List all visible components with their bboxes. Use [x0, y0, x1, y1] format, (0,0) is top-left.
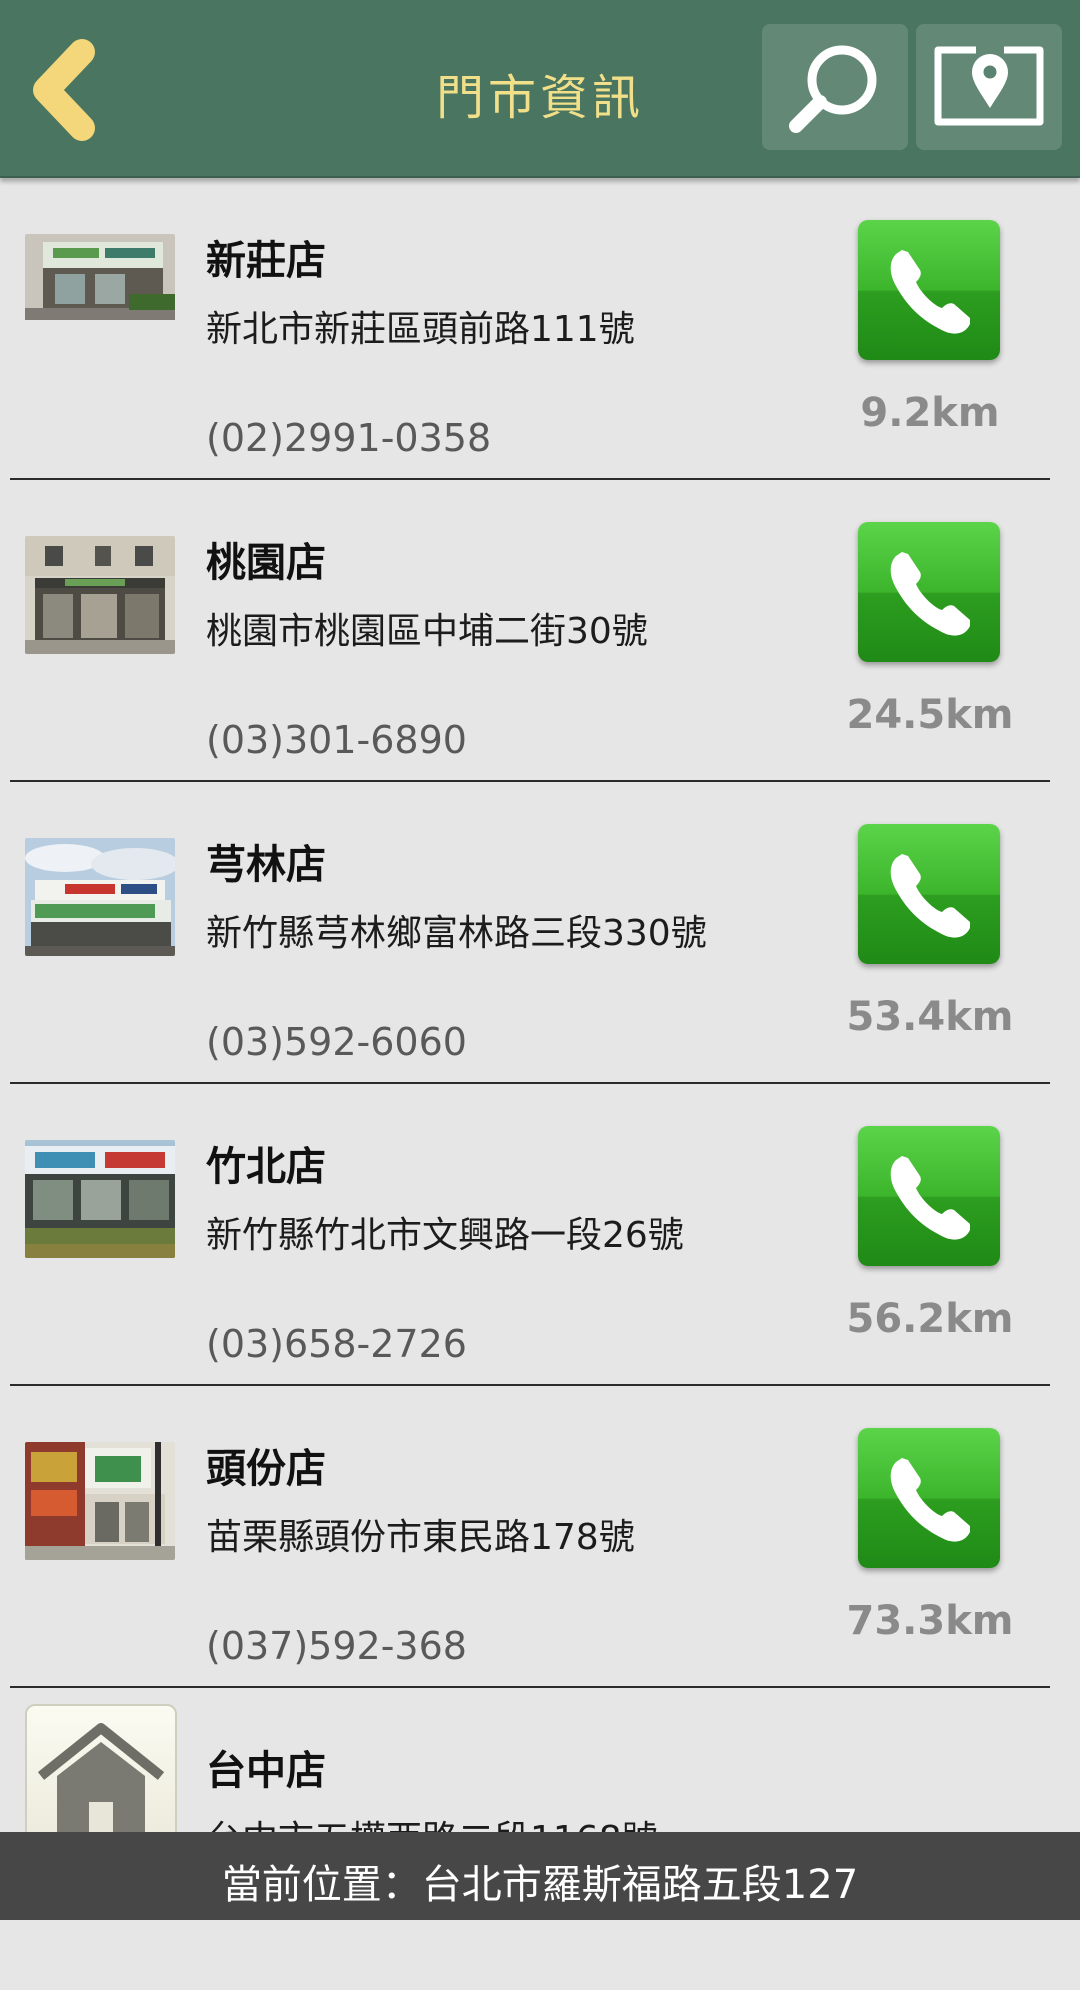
store-list: 新莊店 新北市新莊區頭前路111號 (02)2991-0358 9.2km 桃園…: [0, 178, 1080, 1990]
call-button[interactable]: [858, 1428, 1000, 1568]
call-button[interactable]: [858, 522, 1000, 662]
store-list-item[interactable]: 竹北店 新竹縣竹北市文興路一段26號 (03)658-2726 56.2km: [0, 1084, 1080, 1386]
search-icon: [789, 45, 877, 133]
store-distance: 9.2km: [860, 390, 1000, 436]
map-button[interactable]: [916, 24, 1062, 150]
phone-icon: [890, 250, 970, 334]
store-photo: [25, 234, 175, 352]
phone-icon: [890, 1458, 970, 1542]
store-photo: [25, 1442, 175, 1560]
store-phone[interactable]: (03)301-6890: [206, 718, 467, 762]
store-distance: 24.5km: [846, 692, 1014, 738]
call-button[interactable]: [858, 824, 1000, 964]
app-header: 門市資訊: [0, 0, 1080, 178]
store-list-item[interactable]: 桃園店 桃園市桃園區中埔二街30號 (03)301-6890 24.5km: [0, 480, 1080, 782]
store-distance: 56.2km: [846, 1296, 1014, 1342]
call-button[interactable]: [858, 220, 1000, 360]
store-phone[interactable]: (03)592-6060: [206, 1020, 467, 1064]
store-name: 台中店: [206, 1748, 326, 1794]
store-phone[interactable]: (037)592-368: [206, 1624, 467, 1668]
phone-icon: [890, 552, 970, 636]
store-phone[interactable]: (02)2991-0358: [206, 416, 491, 460]
home-icon: [37, 1723, 165, 1846]
store-address: 苗栗縣頭份市東民路178號: [206, 1517, 635, 1558]
current-location-bar: 當前位置：台北市羅斯福路五段127: [0, 1832, 1080, 1920]
map-pin-icon: [934, 46, 1044, 126]
store-distance: 73.3km: [846, 1598, 1014, 1644]
store-name: 頭份店: [206, 1446, 326, 1492]
call-button[interactable]: [858, 1126, 1000, 1266]
phone-icon: [890, 854, 970, 938]
store-photo: [25, 1140, 175, 1258]
store-phone[interactable]: (03)658-2726: [206, 1322, 467, 1366]
store-name: 芎林店: [206, 842, 326, 888]
phone-icon: [890, 1156, 970, 1240]
store-photo: [25, 536, 175, 654]
store-address: 桃園市桃園區中埔二街30號: [206, 611, 648, 652]
store-list-item[interactable]: 新莊店 新北市新莊區頭前路111號 (02)2991-0358 9.2km: [0, 178, 1080, 480]
store-name: 新莊店: [206, 238, 326, 284]
store-address: 新竹縣芎林鄉富林路三段330號: [206, 913, 707, 954]
store-name: 竹北店: [206, 1144, 326, 1190]
store-address: 新北市新莊區頭前路111號: [206, 309, 635, 350]
store-distance: 53.4km: [846, 994, 1014, 1040]
current-location-text: 當前位置：台北市羅斯福路五段127: [221, 1862, 859, 1908]
search-button[interactable]: [762, 24, 908, 150]
store-address: 新竹縣竹北市文興路一段26號: [206, 1215, 684, 1256]
store-list-item[interactable]: 芎林店 新竹縣芎林鄉富林路三段330號 (03)592-6060 53.4km: [0, 782, 1080, 1084]
store-photo-placeholder: [25, 1704, 177, 1848]
store-photo: [25, 838, 175, 956]
store-list-item[interactable]: 頭份店 苗栗縣頭份市東民路178號 (037)592-368 73.3km: [0, 1386, 1080, 1688]
store-name: 桃園店: [206, 540, 326, 586]
